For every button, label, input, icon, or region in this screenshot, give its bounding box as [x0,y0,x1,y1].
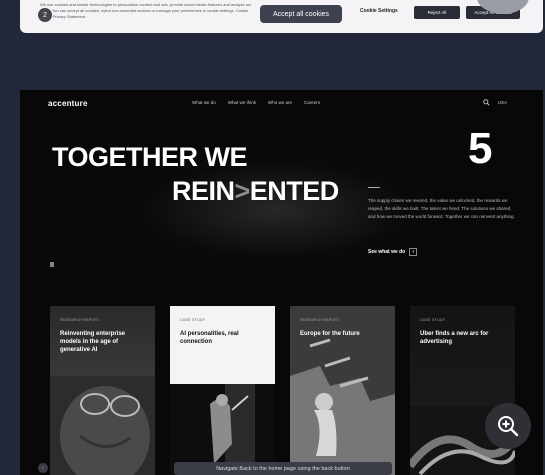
card-case-uber[interactable]: CASE STUDY Uber finds a new arc for adve… [410,306,515,475]
nav-item-what-we-think[interactable]: What we think [228,100,256,105]
divider-dash [368,187,380,188]
card-label: RESEARCH REPORT [60,318,100,322]
card-label: RESEARCH REPORT [300,318,340,322]
card-label: CASE STUDY [420,318,446,322]
cta-label: See what we do [368,249,406,255]
headline-part-a: REIN [172,176,235,206]
chevron-glyph: > [234,176,251,206]
hero-number: 5 [468,124,493,173]
card-title: Uber finds a new arc for advertising [420,331,489,345]
cookie-text: We use cookies and similar technologies … [40,2,252,19]
headline-part-b: ENTED [249,176,340,206]
navigation-tooltip: Navigate Back to the home page using the… [174,462,392,475]
zoom-in-icon [498,416,519,437]
nav-right: USA [483,99,507,106]
hero-headline-line1: TOGETHER WE [52,142,248,172]
card-title: Reinventing enterprise models in the age… [60,331,126,353]
pause-icon[interactable]: II [50,262,54,269]
card-title: AI personalities, real connection [180,331,239,345]
accept-cookies-button[interactable]: Accept all cookies [260,5,342,23]
nav-item-what-we-do[interactable]: What we do [192,100,216,105]
hero-headline-line2: REIN>ENTED [172,176,339,207]
logo[interactable]: accenture [48,99,88,108]
language-selector[interactable]: USA [498,100,507,105]
hero-description: The supply chains we rewired, the value … [368,198,515,219]
cookie-settings-link[interactable]: Cookie Settings [360,8,398,14]
card-label: CASE STUDY [180,318,206,322]
nav-item-who-we-are[interactable]: Who we are [268,100,292,105]
arrow-right-icon: › [409,248,418,256]
step-badge: 2 [38,8,52,22]
card-title: Europe for the future [300,331,360,337]
search-icon[interactable] [483,99,490,106]
nav-item-careers[interactable]: Careers [304,100,320,105]
card-research-europe[interactable]: RESEARCH REPORT Europe for the future [290,306,395,475]
see-what-we-do-link[interactable]: See what we do › [368,248,418,256]
zoom-in-button[interactable] [485,403,531,449]
card-research-enterprise[interactable]: RESEARCH REPORT Reinventing enterprise m… [50,306,155,475]
nav-menu: What we do What we think Who we are Care… [192,100,320,105]
reject-all-button[interactable]: Reject All [414,6,460,19]
website-screen: accenture What we do What we think Who w… [20,90,543,475]
card-image-glasses [50,376,155,475]
card-case-ai-personalities[interactable]: CASE STUDY AI personalities, real connec… [170,306,275,475]
cookie-banner: We use cookies and similar technologies … [20,0,543,33]
top-nav: accenture What we do What we think Who w… [20,90,543,116]
back-icon[interactable]: ‹ [38,463,48,473]
